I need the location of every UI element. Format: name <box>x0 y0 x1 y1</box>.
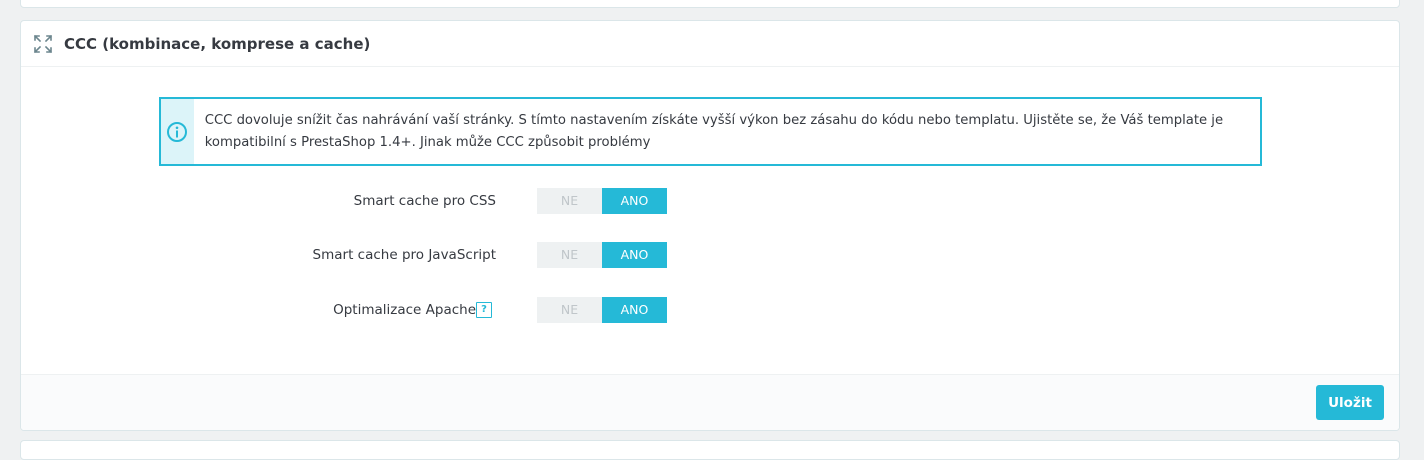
info-alert: CCC dovoluje snížit čas nahrávání vaší s… <box>159 97 1262 166</box>
setting-row-apache-optimization: Optimalizace Apache ? NE ANO <box>21 297 1399 323</box>
switch-off-option[interactable]: NE <box>537 297 602 323</box>
alert-icon-area <box>161 99 194 164</box>
switch-off-option[interactable]: NE <box>537 242 602 268</box>
panel-title: CCC (kombinace, komprese a cache) <box>64 34 371 53</box>
panel-footer: Uložit <box>21 374 1399 430</box>
setting-label: Smart cache pro CSS <box>353 193 496 209</box>
smart-cache-js-switch[interactable]: NE ANO <box>537 242 667 268</box>
info-icon <box>167 121 188 142</box>
setting-label: Optimalizace Apache <box>333 302 476 318</box>
alert-text: CCC dovoluje snížit čas nahrávání vaší s… <box>204 113 1224 150</box>
next-panel <box>20 440 1400 460</box>
ccc-panel: CCC (kombinace, komprese a cache) CCC do… <box>20 20 1400 431</box>
expand-icon <box>33 34 53 53</box>
save-button[interactable]: Uložit <box>1316 385 1384 420</box>
switch-off-option[interactable]: NE <box>537 188 602 214</box>
previous-panel <box>20 0 1400 8</box>
switch-on-option[interactable]: ANO <box>602 188 667 214</box>
panel-heading: CCC (kombinace, komprese a cache) <box>21 21 1399 67</box>
setting-row-smart-cache-js: Smart cache pro JavaScript NE ANO <box>21 242 1399 268</box>
smart-cache-css-switch[interactable]: NE ANO <box>537 188 667 214</box>
help-icon[interactable]: ? <box>476 302 492 318</box>
setting-label: Smart cache pro JavaScript <box>312 247 496 263</box>
apache-optimization-switch[interactable]: NE ANO <box>537 297 667 323</box>
setting-row-smart-cache-css: Smart cache pro CSS NE ANO <box>21 188 1399 214</box>
switch-on-option[interactable]: ANO <box>602 297 667 323</box>
switch-on-option[interactable]: ANO <box>602 242 667 268</box>
